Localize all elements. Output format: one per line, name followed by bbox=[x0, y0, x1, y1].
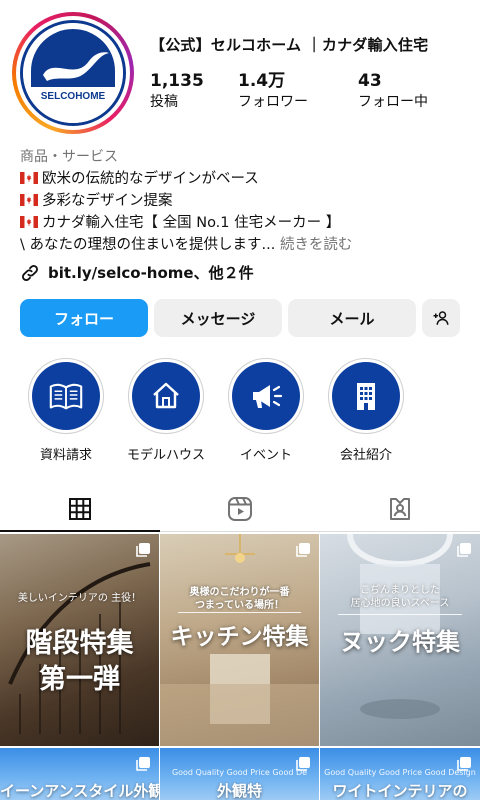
bio-line-text: 欧米の伝統的なデザインがベース bbox=[42, 171, 259, 187]
tab-reels[interactable] bbox=[160, 486, 320, 531]
stat-followers[interactable]: 1.4万 フォロワー bbox=[238, 70, 358, 112]
highlight-company[interactable]: 会社紹介 bbox=[316, 358, 416, 463]
bio-link-text: bit.ly/selco-home、他２件 bbox=[48, 264, 254, 282]
highlight-model-house[interactable]: モデルハウス bbox=[116, 358, 216, 463]
reels-icon bbox=[228, 496, 252, 521]
bio-category: 商品・サービス bbox=[20, 149, 118, 165]
message-button[interactable]: メッセージ bbox=[154, 299, 282, 337]
highlight-label: モデルハウス bbox=[126, 448, 205, 463]
logo-text: SELCOHOME bbox=[41, 91, 106, 102]
post-divider bbox=[178, 612, 301, 613]
stat-posts-value: 1,135 bbox=[150, 71, 204, 91]
stat-following-value: 43 bbox=[358, 71, 382, 91]
suggest-people-button[interactable] bbox=[422, 299, 460, 337]
stat-posts[interactable]: 1,135 投稿 bbox=[150, 70, 238, 112]
post-tile[interactable]: イーンアンスタイル外観特 bbox=[0, 748, 159, 800]
bio-link[interactable]: bit.ly/selco-home、他２件 bbox=[20, 262, 254, 283]
highlight-circle bbox=[132, 362, 200, 430]
post-title: 階段特集 第一弾 bbox=[25, 628, 134, 695]
post-tile[interactable]: こぢんまりとした 居心地の良いスペース ヌック特集 bbox=[320, 534, 480, 746]
highlight-label: 資料請求 bbox=[39, 448, 92, 463]
bio-line: 多彩なデザイン提案 bbox=[20, 190, 470, 212]
post-tile[interactable]: 美しいインテリアの 主役！ 階段特集 第一弾 bbox=[0, 534, 159, 746]
bio-line-text: カナダ輸入住宅【 全国 No.1 住宅メーカー 】 bbox=[42, 215, 341, 231]
post-tile[interactable]: Good Quality Good Price Good De 外観特 bbox=[160, 748, 319, 800]
bio-line: \ あなたの理想の住まいを提供します... 続きを読む bbox=[20, 234, 470, 256]
highlight-ring bbox=[228, 358, 304, 434]
selcohome-logo: SELCOHOME bbox=[23, 23, 123, 123]
stat-following-label: フォロー中 bbox=[358, 94, 428, 110]
canada-flag-icon bbox=[20, 216, 38, 228]
highlight-circle bbox=[232, 362, 300, 430]
posts-grid: 美しいインテリアの 主役！ 階段特集 第一弾 奥様のこだわりが一番 つまっている… bbox=[0, 534, 480, 800]
highlight-circle bbox=[332, 362, 400, 430]
post-title: キッチン特集 bbox=[170, 624, 309, 650]
profile-actions: フォロー メッセージ メール bbox=[20, 299, 460, 337]
bio-line-text: \ あなたの理想の住まいを提供します... bbox=[20, 237, 276, 253]
post-tile[interactable]: Good Quality Good Price Good Design ワイトイ… bbox=[320, 748, 480, 800]
profile-bio: 商品・サービス 欧米の伝統的なデザインがベース 多彩なデザイン提案 カナダ輸入住… bbox=[20, 146, 470, 256]
mail-button[interactable]: メール bbox=[288, 299, 416, 337]
highlight-label: イベント bbox=[239, 448, 292, 463]
bio-line: 欧米の伝統的なデザインがベース bbox=[20, 168, 470, 190]
house-icon bbox=[153, 382, 179, 409]
bio-line-text: 多彩なデザイン提案 bbox=[42, 193, 173, 209]
tagged-icon bbox=[390, 497, 410, 520]
multiple-images-icon bbox=[136, 757, 150, 771]
highlight-ring bbox=[328, 358, 404, 434]
post-tile[interactable]: 奥様のこだわりが一番 つまっている場所！ キッチン特集 bbox=[160, 534, 319, 746]
book-icon bbox=[49, 383, 83, 410]
bio-more-link[interactable]: 続きを読む bbox=[280, 237, 353, 253]
stat-followers-value: 1.4万 bbox=[238, 71, 286, 91]
post-title: イーンアンスタイル外観特 bbox=[0, 782, 159, 800]
add-person-icon bbox=[433, 311, 449, 325]
post-title: 外観特 bbox=[216, 782, 262, 800]
post-title: ワイトインテリアの bbox=[332, 782, 468, 800]
highlight-brochure[interactable]: 資料請求 bbox=[16, 358, 116, 463]
multiple-images-icon bbox=[296, 543, 310, 557]
avatar[interactable]: SELCOHOME bbox=[20, 20, 126, 126]
bio-line: カナダ輸入住宅【 全国 No.1 住宅メーカー 】 bbox=[20, 212, 470, 234]
profile-stats: 1,135 投稿 1.4万 フォロワー 43 フォロー中 bbox=[150, 70, 428, 112]
link-icon bbox=[22, 264, 38, 281]
highlight-ring bbox=[28, 358, 104, 434]
profile-avatar-ring[interactable]: SELCOHOME bbox=[12, 12, 134, 134]
stat-following[interactable]: 43 フォロー中 bbox=[358, 70, 428, 112]
profile-tabs bbox=[0, 486, 480, 532]
post-tagline: Good Quality Good Price Good Design bbox=[324, 768, 476, 777]
stat-posts-label: 投稿 bbox=[150, 94, 178, 110]
post-subtitle: 美しいインテリアの 主役！ bbox=[17, 593, 142, 604]
canada-flag-icon bbox=[20, 172, 38, 184]
post-title: ヌック特集 bbox=[340, 628, 460, 656]
megaphone-icon bbox=[253, 385, 283, 408]
stat-followers-label: フォロワー bbox=[238, 94, 308, 110]
multiple-images-icon bbox=[457, 543, 471, 557]
post-tagline: Good Quality Good Price Good De bbox=[171, 768, 308, 777]
post-subtitle: こぢんまりとした 居心地の良いスペース bbox=[350, 585, 450, 609]
post-subtitle: 奥様のこだわりが一番 つまっている場所！ bbox=[189, 587, 290, 611]
tab-tagged[interactable] bbox=[320, 486, 480, 531]
highlight-label: 会社紹介 bbox=[339, 448, 392, 463]
highlight-circle bbox=[32, 362, 100, 430]
highlight-ring bbox=[128, 358, 204, 434]
profile-username: 【公式】セルコホーム ｜カナダ輸入住宅 bbox=[150, 36, 429, 54]
building-icon bbox=[357, 383, 375, 410]
grid-icon bbox=[69, 497, 91, 520]
post-divider bbox=[338, 614, 462, 615]
avatar-gap: SELCOHOME bbox=[16, 16, 130, 130]
canada-flag-icon bbox=[20, 194, 38, 206]
story-highlights: 資料請求 モデルハウス イベント 会社紹介 bbox=[16, 358, 416, 463]
multiple-images-icon bbox=[136, 543, 150, 557]
tab-grid[interactable] bbox=[0, 486, 160, 532]
highlight-event[interactable]: イベント bbox=[216, 358, 316, 463]
follow-button[interactable]: フォロー bbox=[20, 299, 148, 337]
